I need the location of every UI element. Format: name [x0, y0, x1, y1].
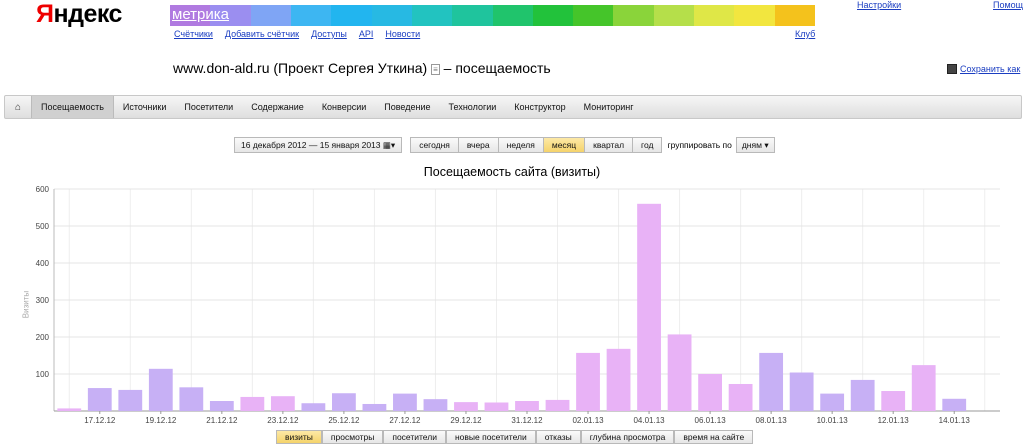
bar — [515, 401, 539, 411]
metric-tab[interactable]: глубина просмотра — [580, 430, 675, 444]
bar — [759, 352, 784, 411]
x-tick-label: 17.12.12 — [84, 416, 116, 425]
bar — [240, 396, 265, 411]
metric-tab[interactable]: новые посетители — [445, 430, 536, 444]
bar — [118, 389, 143, 411]
bar — [576, 352, 600, 411]
bar — [789, 372, 814, 411]
bar — [270, 396, 295, 411]
bar — [667, 334, 692, 411]
y-tick-label: 400 — [36, 259, 50, 268]
x-tick-label: 08.01.13 — [756, 416, 788, 425]
x-tick-label: 10.01.13 — [817, 416, 849, 425]
bar — [698, 374, 722, 411]
bar — [362, 403, 387, 411]
y-axis-label: Визиты — [21, 290, 31, 319]
visits-chart: 100 200 300 400 500 600 17.12.12 19.12.12 21.12.… — [36, 185, 1000, 425]
metric-tab[interactable]: визиты — [276, 430, 322, 444]
bar — [606, 348, 631, 411]
bar — [332, 393, 356, 411]
x-tick-label: 12.01.13 — [878, 416, 910, 425]
bar — [423, 399, 448, 411]
x-tick-label: 31.12.12 — [511, 416, 543, 425]
x-tick-label: 06.01.13 — [695, 416, 727, 425]
y-tick-label: 200 — [36, 333, 50, 342]
bar — [179, 387, 204, 411]
y-tick-label: 500 — [36, 222, 50, 231]
bar — [209, 401, 234, 411]
bar — [942, 398, 967, 411]
x-tick-label: 21.12.12 — [206, 416, 238, 425]
bar — [820, 393, 845, 411]
bar — [393, 393, 417, 411]
metric-tabs: визиты просмотры посетители новые посетител… — [276, 430, 754, 444]
bar — [301, 403, 326, 411]
bar — [637, 203, 661, 411]
bar — [148, 368, 173, 411]
bar — [911, 365, 936, 411]
bar — [850, 379, 875, 411]
metric-tab[interactable]: время на сайте — [674, 430, 754, 444]
x-tick-label: 14.01.13 — [939, 416, 971, 425]
metric-tab[interactable]: посетители — [383, 430, 446, 444]
metric-tab[interactable]: просмотры — [321, 430, 384, 444]
x-tick-label: 19.12.12 — [145, 416, 177, 425]
bar — [87, 388, 112, 411]
bar — [484, 402, 509, 411]
x-tick-label: 23.12.12 — [267, 416, 299, 425]
bar — [728, 383, 753, 411]
metric-tab[interactable]: отказы — [535, 430, 581, 444]
x-tick-label: 25.12.12 — [328, 416, 360, 425]
bar — [545, 399, 570, 411]
y-tick-label: 300 — [36, 296, 50, 305]
x-tick-label: 02.01.13 — [572, 416, 604, 425]
bar — [454, 402, 478, 411]
y-tick-label: 600 — [36, 185, 50, 194]
y-tick-label: 100 — [36, 370, 50, 379]
x-tick-label: 04.01.13 — [633, 416, 665, 425]
bar — [57, 408, 82, 411]
x-tick-label: 27.12.12 — [389, 416, 421, 425]
bar — [881, 391, 906, 411]
x-tick-label: 29.12.12 — [450, 416, 482, 425]
